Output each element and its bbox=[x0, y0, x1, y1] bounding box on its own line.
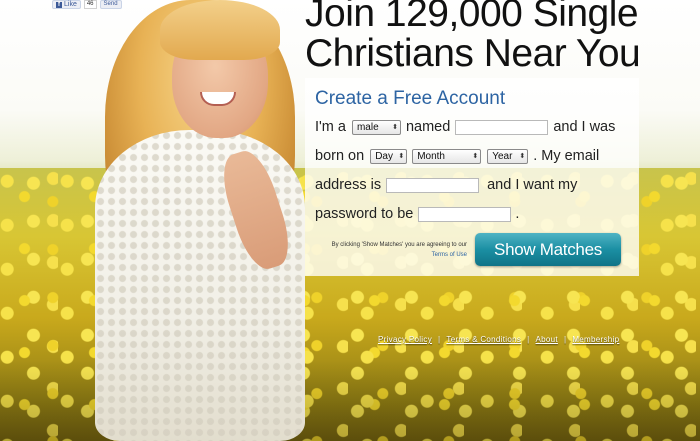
select-arrows-icon: ⬍ bbox=[398, 153, 405, 160]
headline-line-2: Christians Near You bbox=[305, 32, 641, 75]
woman-dress bbox=[95, 130, 305, 441]
gender-select-value: male bbox=[356, 121, 379, 133]
form-row-gender-name: I'm a male ⬍ named and I was bbox=[315, 119, 615, 135]
like-count: 46 bbox=[83, 0, 97, 9]
select-arrows-icon: ⬍ bbox=[472, 153, 479, 160]
text-password-to-be: password to be bbox=[315, 206, 414, 222]
terms-text: By clicking 'Show Matches' you are agree… bbox=[331, 242, 467, 248]
footer-separator: | bbox=[527, 335, 530, 344]
form-row-birthdate: born on Day ⬍ Month ⬍ Year ⬍ . My email bbox=[315, 148, 599, 164]
text-born-on: born on bbox=[315, 148, 365, 164]
name-input[interactable] bbox=[455, 119, 549, 135]
page-headline: Join 129,000 Single Christians Near You bbox=[305, 0, 700, 74]
text-and-i-want-my: and I want my bbox=[487, 177, 578, 193]
like-label: Like bbox=[64, 1, 77, 8]
woman-bangs bbox=[160, 0, 280, 60]
form-row-email: address is and I want my bbox=[315, 177, 577, 193]
footer-link-membership[interactable]: Membership bbox=[572, 335, 619, 344]
day-select[interactable]: Day ⬍ bbox=[370, 148, 408, 164]
year-select-value: Year bbox=[492, 150, 513, 162]
facebook-like-button[interactable]: f Like bbox=[52, 0, 81, 9]
month-select-value: Month bbox=[417, 150, 445, 162]
signup-form: Create a Free Account I'm a male ⬍ named… bbox=[305, 78, 639, 276]
text-my-email: . My email bbox=[533, 148, 600, 164]
footer-link-privacy-policy[interactable]: Privacy Policy bbox=[378, 335, 432, 344]
select-arrows-icon: ⬍ bbox=[392, 124, 398, 131]
month-select[interactable]: Month ⬍ bbox=[412, 148, 482, 164]
text-period: . bbox=[515, 206, 520, 222]
footer-separator: | bbox=[438, 335, 441, 344]
select-arrows-icon: ⬍ bbox=[519, 153, 526, 160]
year-select[interactable]: Year ⬍ bbox=[487, 148, 529, 164]
signup-title: Create a Free Account bbox=[315, 88, 506, 109]
text-im-a: I'm a bbox=[315, 119, 346, 135]
text-named: named bbox=[405, 119, 451, 135]
day-select-value: Day bbox=[375, 150, 393, 162]
facebook-icon: f bbox=[56, 1, 62, 8]
send-label: Send bbox=[103, 1, 118, 7]
password-input[interactable] bbox=[418, 206, 512, 222]
terms-of-use-link[interactable]: Terms of Use bbox=[315, 250, 467, 260]
headline-line-1: Join 129,000 Single bbox=[305, 0, 639, 35]
facebook-send-button[interactable]: Send bbox=[99, 0, 122, 9]
footer-links: Privacy Policy | Terms & Conditions | Ab… bbox=[378, 335, 619, 344]
form-row-password: password to be . bbox=[315, 206, 519, 222]
text-address-is: address is bbox=[315, 177, 382, 193]
show-matches-button[interactable]: Show Matches bbox=[475, 233, 621, 266]
text-and-i-was: and I was bbox=[553, 119, 616, 135]
footer-link-about[interactable]: About bbox=[536, 335, 558, 344]
social-buttons: f Like 46 Send bbox=[52, 0, 122, 9]
gender-select[interactable]: male ⬍ bbox=[351, 119, 401, 135]
terms-notice: By clicking 'Show Matches' you are agree… bbox=[315, 240, 467, 260]
footer-link-terms-conditions[interactable]: Terms & Conditions bbox=[446, 335, 521, 344]
email-input[interactable] bbox=[386, 177, 480, 193]
footer-separator: | bbox=[563, 335, 567, 344]
